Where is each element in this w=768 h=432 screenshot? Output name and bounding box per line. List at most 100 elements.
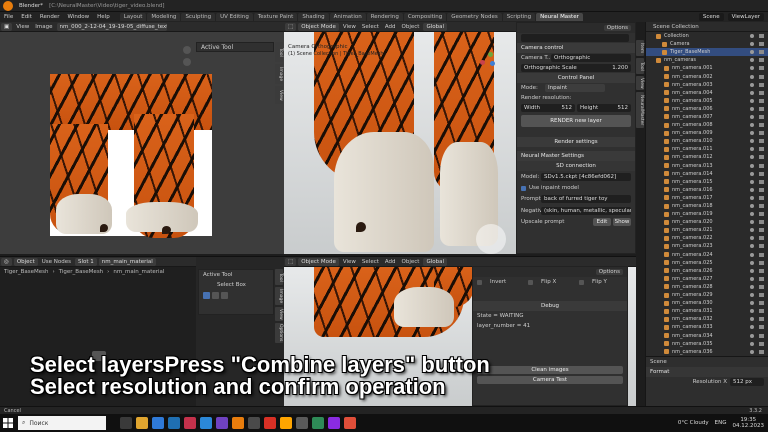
outliner-item[interactable]: Camera (646, 40, 768, 48)
render-camera-icon[interactable] (759, 293, 764, 298)
visibility-eye-icon[interactable] (750, 276, 754, 281)
negative-input[interactable]: (skin, human, metallic, specular, refl..… (541, 207, 631, 215)
visibility-eye-icon[interactable] (750, 236, 754, 241)
debug-header[interactable]: Debug (473, 301, 627, 311)
outliner-item[interactable]: Tiger_BaseMesh (646, 48, 768, 57)
outliner-item[interactable]: nm_cameras (646, 56, 768, 64)
render-camera-icon[interactable] (759, 139, 764, 144)
render-camera-icon[interactable] (759, 114, 764, 119)
outliner-item[interactable]: nm_camera.035 (646, 340, 768, 348)
menu-help[interactable]: Help (93, 14, 114, 20)
side-tab-view-nm[interactable]: View (636, 76, 644, 90)
hand-pan-icon[interactable] (183, 58, 191, 66)
outliner-item[interactable]: nm_camera.006 (646, 105, 768, 113)
bottom-side-tab-view[interactable]: View (275, 307, 283, 321)
object-mode-dropdown-bottom[interactable]: Object Mode (298, 257, 339, 266)
visibility-eye-icon[interactable] (750, 325, 754, 330)
render-camera-icon[interactable] (759, 204, 764, 209)
render-new-layer-button[interactable]: RENDER new layer (521, 115, 631, 127)
visibility-eye-icon[interactable] (750, 349, 754, 354)
render-camera-icon[interactable] (759, 284, 764, 289)
outliner-item[interactable]: nm_camera.024 (646, 251, 768, 259)
side-tab-view[interactable]: View (275, 86, 283, 104)
render-camera-icon[interactable] (759, 349, 764, 354)
visibility-eye-icon[interactable] (750, 220, 754, 225)
visibility-eye-icon[interactable] (750, 114, 754, 119)
viewport-bottom-add-menu[interactable]: Add (382, 259, 399, 265)
file-explorer-icon[interactable] (136, 417, 148, 429)
visibility-eye-icon[interactable] (750, 66, 754, 71)
outliner-item[interactable]: nm_camera.020 (646, 218, 768, 226)
store-icon[interactable] (152, 417, 164, 429)
outliner-item[interactable]: nm_camera.010 (646, 137, 768, 145)
menu-window[interactable]: Window (63, 14, 93, 20)
blank-field[interactable] (521, 34, 629, 42)
render-camera-icon[interactable] (759, 236, 764, 241)
visibility-eye-icon[interactable] (750, 284, 754, 289)
visibility-eye-icon[interactable] (750, 204, 754, 209)
render-camera-icon[interactable] (759, 260, 764, 265)
render-camera-icon[interactable] (759, 325, 764, 330)
editor-type-icon[interactable]: ⬚ (285, 22, 297, 31)
camera-control-header[interactable]: Camera control (517, 43, 635, 53)
breadcrumb-object[interactable]: Tiger_BaseMesh (4, 269, 48, 275)
bottom-side-tab-image[interactable]: Image (275, 287, 283, 305)
render-camera-icon[interactable] (759, 163, 764, 168)
outliner-item[interactable]: nm_camera.032 (646, 315, 768, 323)
render-camera-icon[interactable] (759, 82, 764, 87)
render-camera-icon[interactable] (759, 98, 764, 103)
app-icon[interactable] (248, 417, 260, 429)
render-camera-icon[interactable] (759, 317, 764, 322)
render-camera-icon[interactable] (759, 34, 764, 39)
visibility-eye-icon[interactable] (750, 123, 754, 128)
viewport-object-menu[interactable]: Object (399, 24, 423, 30)
menu-file[interactable]: File (0, 14, 17, 20)
tab-scripting[interactable]: Scripting (502, 13, 536, 21)
side-tab-image[interactable]: Image (275, 64, 283, 84)
outliner-item[interactable]: nm_camera.012 (646, 153, 768, 161)
material-selector[interactable]: nm_main_material (98, 257, 156, 266)
outliner-item[interactable]: nm_camera.030 (646, 299, 768, 307)
render-settings-header[interactable]: Render settings (517, 137, 635, 147)
object-mode-dropdown[interactable]: Object Mode (298, 22, 339, 31)
outliner-item[interactable]: nm_camera.002 (646, 72, 768, 80)
visibility-eye-icon[interactable] (750, 293, 754, 298)
start-button[interactable] (0, 414, 16, 432)
render-camera-icon[interactable] (759, 195, 764, 200)
orientation-dropdown-bottom[interactable]: Global (423, 257, 448, 266)
image-active-tool-panel[interactable]: Active Tool (196, 42, 274, 52)
width-field[interactable]: Width 512 (521, 104, 575, 112)
render-camera-icon[interactable] (759, 50, 764, 55)
render-camera-icon[interactable] (759, 341, 764, 346)
outliner-item[interactable]: nm_camera.016 (646, 186, 768, 194)
render-camera-icon[interactable] (759, 42, 764, 47)
outliner-item[interactable]: nm_camera.004 (646, 89, 768, 97)
outliner-item[interactable]: nm_camera.009 (646, 129, 768, 137)
outliner-item[interactable]: Collection (646, 32, 768, 40)
outliner-item[interactable]: nm_camera.028 (646, 283, 768, 291)
visibility-eye-icon[interactable] (750, 147, 754, 152)
visibility-eye-icon[interactable] (750, 195, 754, 200)
app-icon[interactable] (216, 417, 228, 429)
outliner-item[interactable]: nm_camera.007 (646, 113, 768, 121)
render-camera-icon[interactable] (759, 155, 764, 160)
render-camera-icon[interactable] (759, 58, 764, 63)
height-field[interactable]: Height 512 (577, 104, 631, 112)
render-camera-icon[interactable] (759, 123, 764, 128)
render-camera-icon[interactable] (759, 301, 764, 306)
menu-edit[interactable]: Edit (17, 14, 36, 20)
outliner-item[interactable]: nm_camera.017 (646, 194, 768, 202)
object-dropdown[interactable]: Object (13, 257, 38, 266)
telegram-icon[interactable] (200, 417, 212, 429)
render-camera-icon[interactable] (759, 90, 764, 95)
visibility-eye-icon[interactable] (750, 34, 754, 39)
show-button[interactable]: Show (613, 218, 631, 226)
visibility-eye-icon[interactable] (750, 106, 754, 111)
visibility-eye-icon[interactable] (750, 82, 754, 87)
clock[interactable]: 19:35 04.12.2023 (733, 417, 765, 429)
viewport-bottom-object-menu[interactable]: Object (399, 259, 423, 265)
edge-icon[interactable] (168, 417, 180, 429)
visibility-eye-icon[interactable] (750, 228, 754, 233)
render-camera-icon[interactable] (759, 106, 764, 111)
visibility-eye-icon[interactable] (750, 212, 754, 217)
